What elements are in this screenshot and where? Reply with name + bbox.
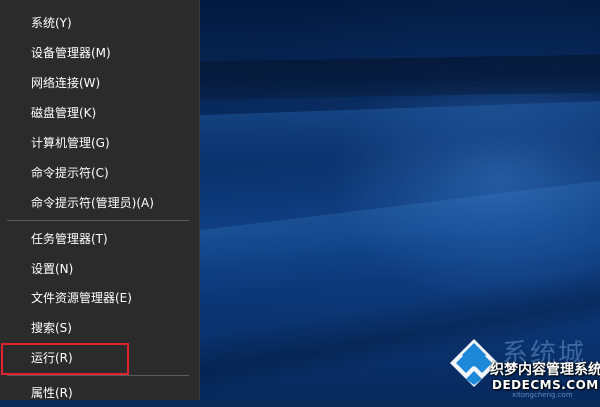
menu-item-file-explorer[interactable]: 文件资源管理器(E) [0, 284, 199, 312]
menu-item-label: 命令提示符(C) [31, 166, 109, 180]
menu-item-settings[interactable]: 设置(N) [0, 255, 199, 283]
menu-item-search[interactable]: 搜索(S) [0, 314, 199, 342]
menu-item-system[interactable]: 系统(Y) [0, 9, 199, 37]
menu-item-label: 搜索(S) [31, 321, 72, 335]
menu-item-label: 设置(N) [31, 262, 74, 276]
menu-item-computer-management[interactable]: 计算机管理(G) [0, 129, 199, 157]
menu-item-network-connections[interactable]: 网络连接(W) [0, 69, 199, 97]
menu-item-label: 网络连接(W) [31, 76, 101, 90]
menu-item-label: 磁盘管理(K) [31, 106, 97, 120]
menu-item-disk-management[interactable]: 磁盘管理(K) [0, 99, 199, 127]
menu-item-label: 任务管理器(T) [31, 232, 108, 246]
menu-separator [7, 375, 189, 376]
menu-item-label: 系统(Y) [31, 16, 72, 30]
menu-item-command-prompt[interactable]: 命令提示符(C) [0, 159, 199, 187]
menu-separator [7, 220, 189, 221]
site-watermark: 系统城 织梦内容管理系统 DEDECMS.COM xitongcheng.com [448, 335, 600, 399]
watermark-small-url: xitongcheng.com [512, 391, 573, 399]
wallpaper-light-beam [200, 100, 600, 170]
watermark-url: DEDECMS.COM [492, 378, 599, 392]
menu-item-label: 文件资源管理器(E) [31, 291, 132, 305]
menu-item-label: 属性(R) [31, 386, 73, 400]
menu-item-device-manager[interactable]: 设备管理器(M) [0, 39, 199, 67]
menu-item-run[interactable]: 运行(R) [0, 344, 199, 372]
menu-item-label: 运行(R) [31, 351, 73, 365]
menu-item-task-manager[interactable]: 任务管理器(T) [0, 225, 199, 253]
wallpaper-light-beam [200, 54, 600, 100]
menu-item-label: 设备管理器(M) [31, 46, 111, 60]
menu-item-properties[interactable]: 属性(R) [0, 379, 199, 407]
menu-item-command-prompt-admin[interactable]: 命令提示符(管理员)(A) [0, 189, 199, 217]
menu-item-label: 计算机管理(G) [31, 136, 110, 150]
menu-item-label: 命令提示符(管理员)(A) [31, 196, 154, 210]
power-user-context-menu: 系统(Y) 设备管理器(M) 网络连接(W) 磁盘管理(K) 计算机管理(G) … [0, 0, 200, 400]
watermark-overlay-text: 织梦内容管理系统 [490, 362, 600, 378]
